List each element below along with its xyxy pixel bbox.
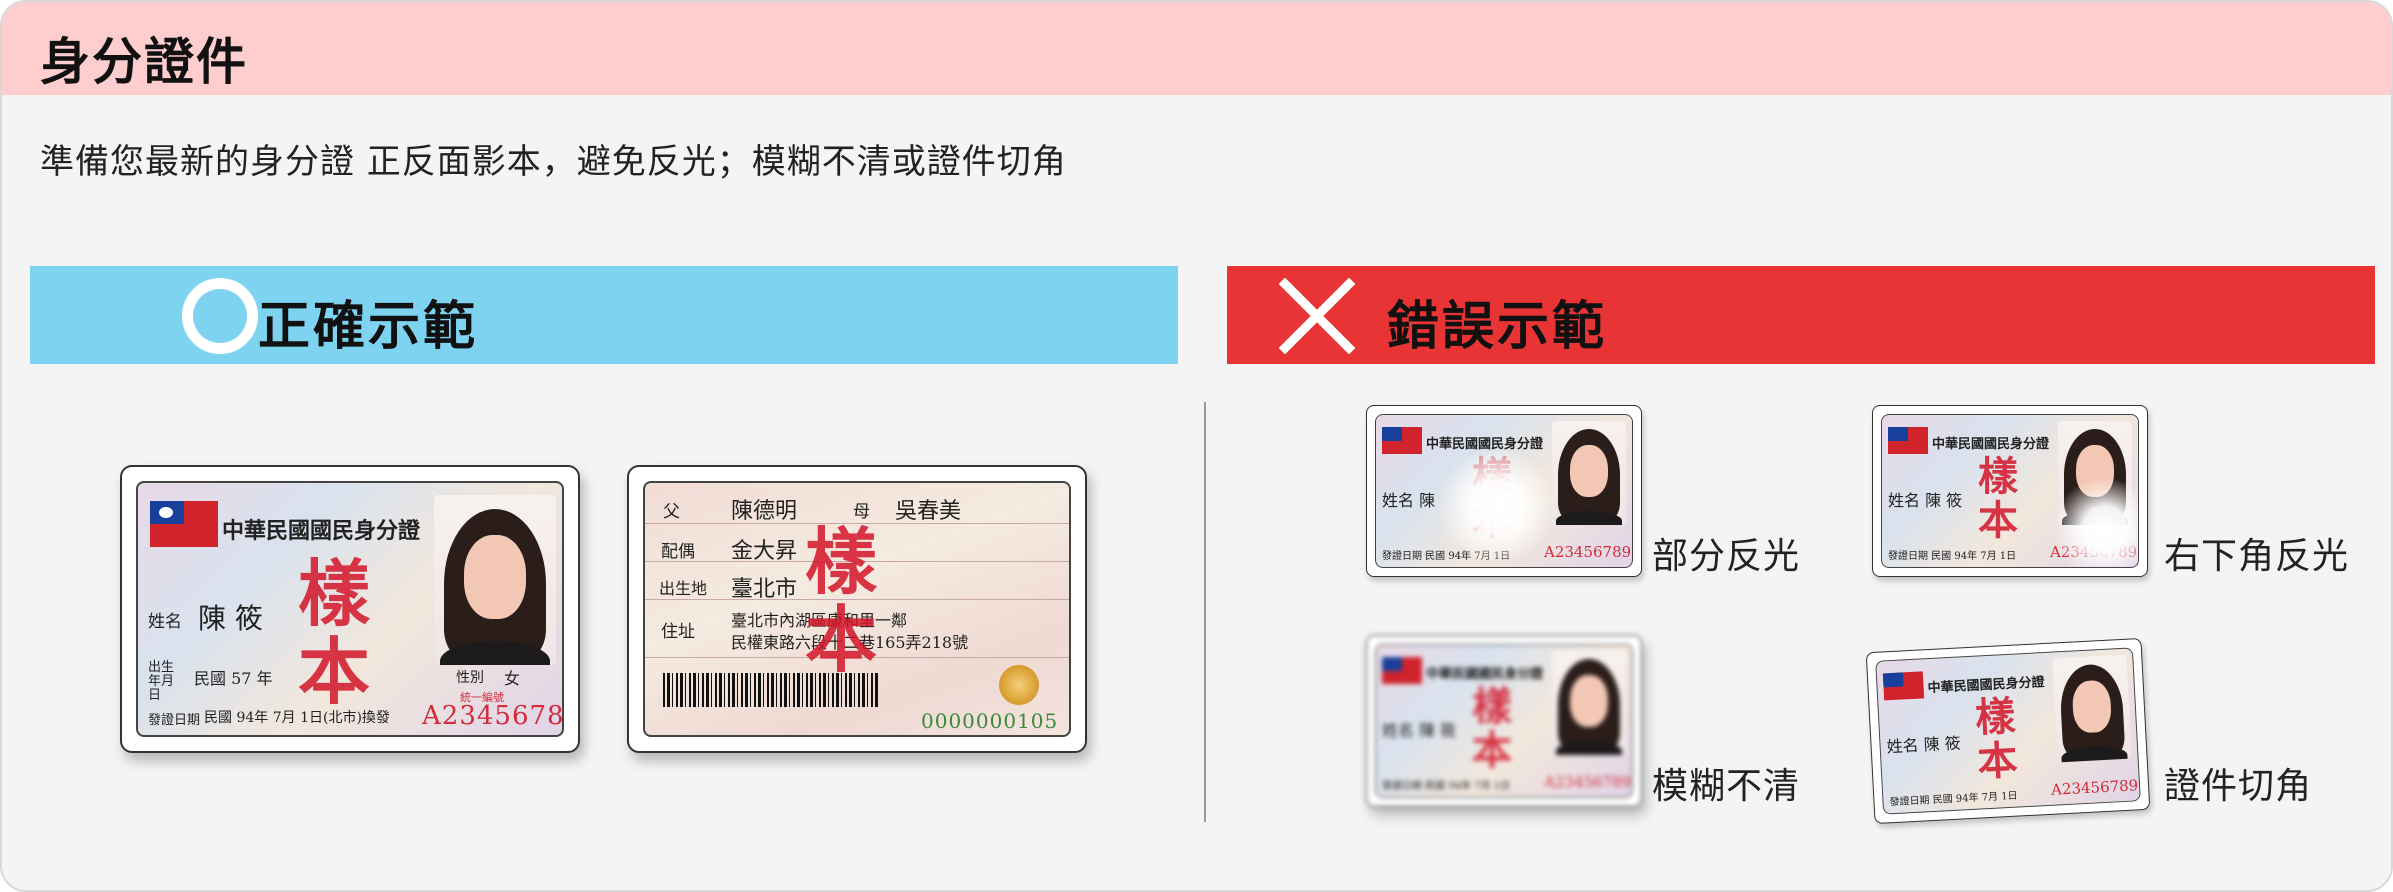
wrong-example-label: 模糊不清	[1652, 766, 1801, 807]
correct-example-title: 正確示範	[258, 297, 479, 357]
sample-stamp-back: 樣本	[805, 519, 878, 682]
id-number: A234567890	[422, 701, 564, 731]
wrong-example-title: 錯誤示範	[1387, 297, 1608, 357]
holder-name: 陳 筱	[198, 602, 263, 635]
wrong-example-blurry: 中華民國國民身分證 姓名 陳 筱 發證日期 民國 94年 7月 1日 A2345…	[1366, 635, 1642, 807]
circle-icon	[182, 278, 258, 354]
birth-date: 民國 57 年	[194, 669, 273, 688]
instruction-text: 準備您最新的身分證 正反面影本，避免反光；模糊不清或證件切角	[40, 142, 1067, 182]
id-document-panel: 身分證件 準備您最新的身分證 正反面影本，避免反光；模糊不清或證件切角 正確示範…	[0, 0, 2393, 892]
father-name: 陳德明	[731, 499, 798, 524]
wrong-example-label: 證件切角	[2164, 766, 2313, 807]
wrong-example-corner-glare: 中華民國國民身分證 姓名 陳 筱 發證日期 民國 94年 7月 1日 A2345…	[1872, 405, 2148, 577]
address-label: 住址	[661, 622, 695, 642]
x-icon	[1278, 277, 1356, 355]
issue-label: 發證日期	[148, 713, 201, 728]
panel-title: 身分證件	[40, 33, 248, 91]
correct-example-bar: 正確示範	[30, 266, 1178, 364]
barcode	[663, 673, 879, 707]
panel-header: 身分證件	[2, 2, 2391, 95]
wrong-example-bar: 錯誤示範	[1227, 266, 2375, 364]
holder-photo	[434, 495, 556, 665]
father-label: 父	[663, 502, 680, 522]
wrong-example-label: 右下角反光	[2164, 536, 2350, 577]
id-card-back: 父 陳德明 母 吳春美 配偶 金大昇 出生地 臺北市 住址 臺北市內湖區康和里一…	[627, 465, 1087, 753]
name-label: 姓名	[148, 612, 182, 632]
mother-name: 吳春美	[895, 499, 962, 524]
flag-icon	[150, 501, 218, 547]
serial-number: 0000000105	[921, 709, 1059, 733]
birth-label: 出生年月日	[148, 660, 175, 703]
wrong-example-label: 部分反光	[1652, 536, 1801, 577]
wrong-example-partial-glare: 中華民國國民身分證 姓名 陳 發證日期 民國 94年 7月 1日 A234567…	[1366, 405, 1642, 577]
gender-label: 性別	[456, 670, 484, 686]
spouse-label: 配偶	[661, 542, 695, 562]
glare-spot	[1432, 451, 1562, 561]
id-card-front: 中華民國國民身分證 姓名 陳 筱 出生年月日 民國 57 年 性別 女 發證日期…	[120, 465, 580, 753]
seal-icon	[999, 665, 1039, 705]
birthplace-label: 出生地	[659, 579, 708, 598]
gender: 女	[504, 669, 521, 688]
wrong-example-cut-corner: 中華民國國民身分證 姓名 陳 筱 發證日期 民國 94年 7月 1日 A2345…	[1865, 637, 2151, 825]
section-divider	[1204, 402, 1206, 822]
card-issuer: 中華民國國民身分證	[222, 518, 421, 544]
sample-stamp: 樣本	[298, 551, 371, 714]
